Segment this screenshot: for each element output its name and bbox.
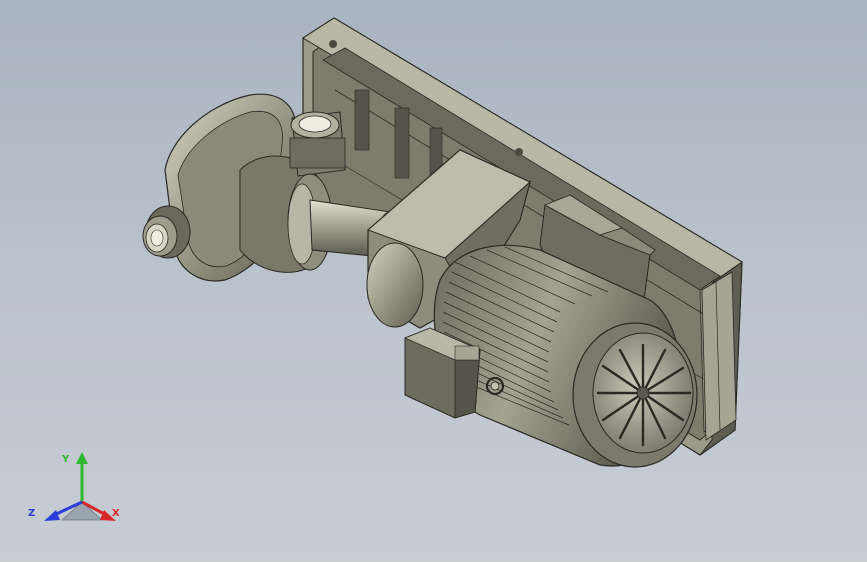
orientation-triad[interactable]: Y X Z [20,440,130,550]
pump-discharge-nozzle [289,111,346,177]
x-axis-label: X [112,508,120,519]
motor-fan-cover [572,322,698,468]
y-axis-label: Y [61,454,70,465]
z-axis-arrowhead [44,510,60,521]
pump-inlet-nozzle [142,205,191,259]
pump-motor-assembly-model[interactable] [0,0,867,562]
z-axis-label: Z [28,508,35,519]
cad-viewport[interactable]: Y X Z [0,0,867,562]
y-axis-arrowhead [76,452,88,464]
